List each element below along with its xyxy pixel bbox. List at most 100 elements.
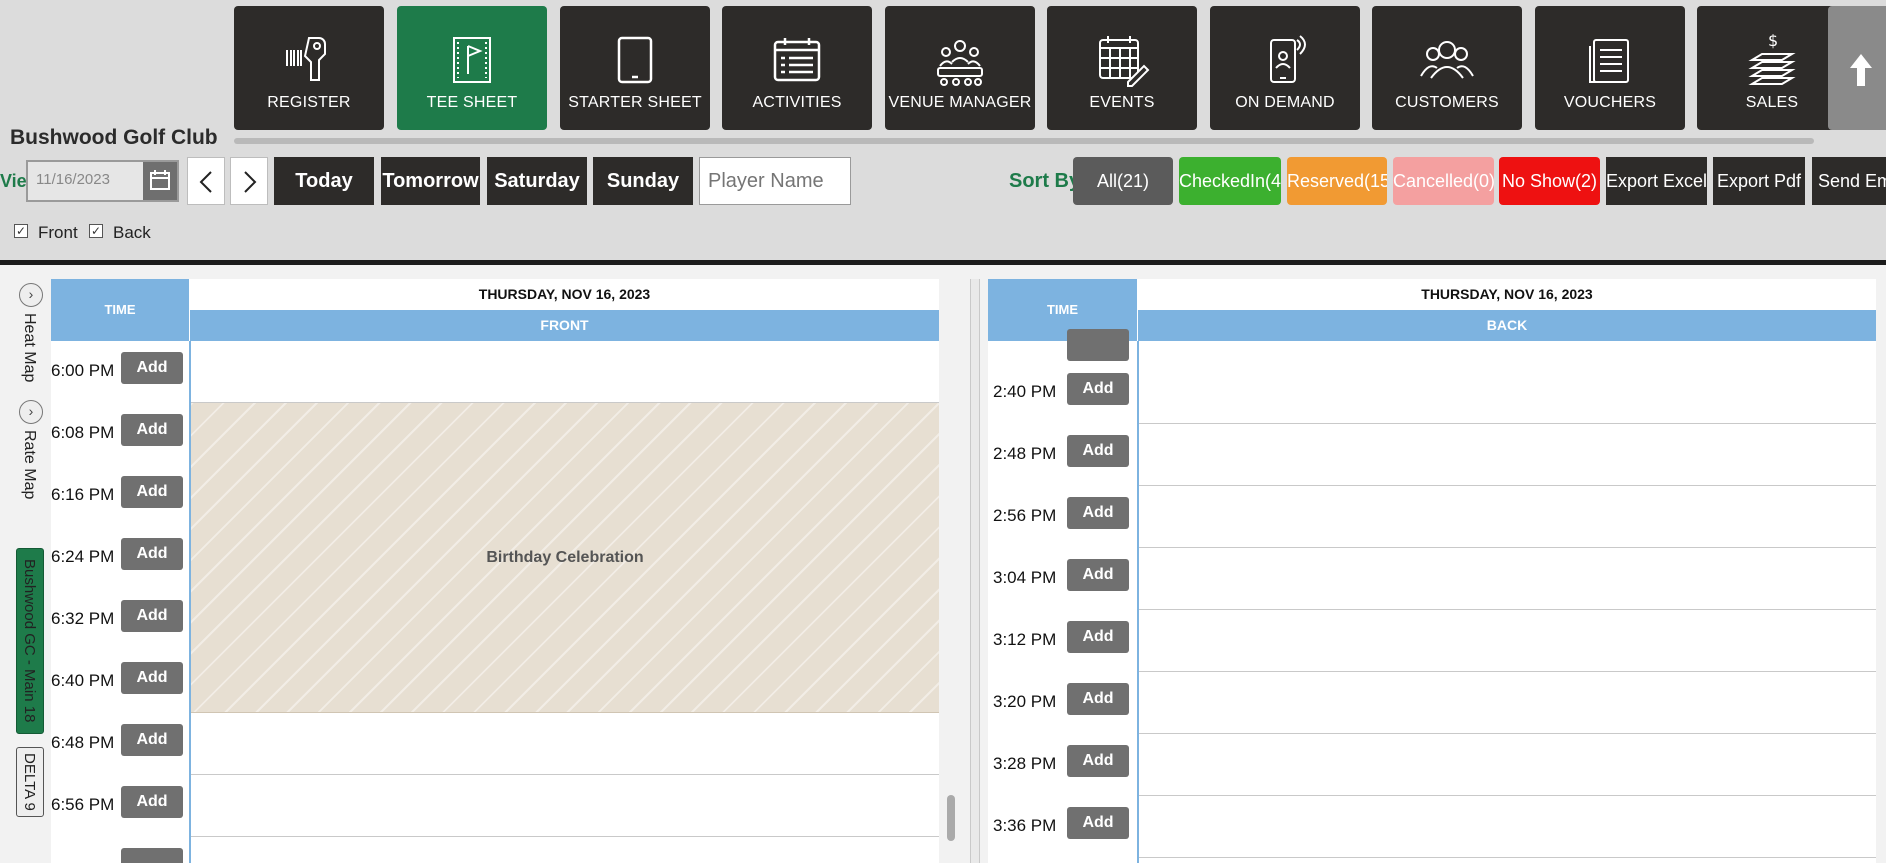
tee-slot[interactable] xyxy=(1139,796,1876,858)
tomorrow-button[interactable]: Tomorrow xyxy=(381,157,480,205)
front-scrollbar-thumb[interactable] xyxy=(947,795,955,841)
sort-cancelled-button[interactable]: Cancelled(0) xyxy=(1393,157,1494,205)
back-row: 3:20 PM Add xyxy=(988,672,1876,734)
add-button[interactable]: Add xyxy=(121,476,183,508)
rate-map-tab[interactable]: Rate Map xyxy=(20,430,38,499)
nav-venue-manager[interactable]: VENUE MANAGER xyxy=(885,6,1035,130)
add-button[interactable]: Add xyxy=(121,538,183,570)
tee-time: 3:04 PM xyxy=(993,568,1057,587)
tee-slot[interactable] xyxy=(1139,424,1876,486)
sort-reserved-button[interactable]: Reserved(15 xyxy=(1287,157,1387,205)
front-checkbox[interactable]: ✓ xyxy=(14,224,28,238)
add-button[interactable]: Add xyxy=(1067,745,1129,777)
sort-no-show-button[interactable]: No Show(2) xyxy=(1499,157,1600,205)
front-row: 6:56 PM Add xyxy=(51,775,939,837)
chevron-right-icon: › xyxy=(28,403,34,419)
rate-map-toggle[interactable]: › xyxy=(19,400,43,424)
add-button[interactable]: Add xyxy=(121,600,183,632)
date-picker[interactable] xyxy=(26,160,179,202)
nav-starter-sheet[interactable]: STARTER SHEET xyxy=(560,6,710,130)
tee-time: 6:56 PM xyxy=(51,795,115,814)
nav-vouchers[interactable]: VOUCHERS xyxy=(1535,6,1685,130)
date-input[interactable] xyxy=(34,170,142,189)
course-tab-main-18[interactable]: Bushwood GC - Main 18 xyxy=(16,548,44,734)
front-date-header: THURSDAY, NOV 16, 2023 xyxy=(190,279,939,310)
chevron-right-icon: › xyxy=(28,286,34,302)
calendar-button[interactable] xyxy=(143,162,177,200)
tee-slot[interactable] xyxy=(1139,672,1876,734)
heat-map-tab[interactable]: Heat Map xyxy=(20,313,38,382)
front-section-header: FRONT xyxy=(190,310,939,341)
tee-slot[interactable] xyxy=(1139,362,1876,424)
add-button[interactable]: Add xyxy=(121,662,183,694)
course-tab-delta-9[interactable]: DELTA 9 xyxy=(16,747,44,817)
calendar-edit-icon xyxy=(1099,36,1150,87)
send-email-button[interactable]: Send Em xyxy=(1812,157,1886,205)
nav-register[interactable]: REGISTER xyxy=(234,6,384,130)
add-button[interactable]: Add xyxy=(121,414,183,446)
add-button[interactable]: Add xyxy=(121,724,183,756)
nav-scrollbar[interactable] xyxy=(234,138,1814,144)
tee-slot[interactable] xyxy=(191,775,939,837)
back-row xyxy=(988,329,1876,363)
event-block[interactable]: Birthday Celebration xyxy=(191,403,939,713)
add-button[interactable]: Add xyxy=(1067,621,1129,653)
nav-customers[interactable]: CUSTOMERS xyxy=(1372,6,1522,130)
front-scrollbar-track[interactable] xyxy=(940,279,962,863)
heat-map-toggle[interactable]: › xyxy=(19,283,43,307)
player-name-input[interactable] xyxy=(699,157,851,205)
add-button[interactable]: Add xyxy=(1067,435,1129,467)
add-button[interactable]: Add xyxy=(121,352,183,384)
add-button[interactable]: Add xyxy=(1067,559,1129,591)
saturday-button[interactable]: Saturday xyxy=(487,157,587,205)
tee-slot[interactable] xyxy=(191,713,939,775)
back-checkbox-label: Back xyxy=(113,223,151,242)
nav-events[interactable]: EVENTS xyxy=(1047,6,1197,130)
tee-time: 6:24 PM xyxy=(51,547,115,566)
sunday-button[interactable]: Sunday xyxy=(593,157,693,205)
tee-slot[interactable] xyxy=(191,341,939,403)
tee-time: 6:32 PM xyxy=(51,609,115,628)
back-date-header: THURSDAY, NOV 16, 2023 xyxy=(1138,279,1876,310)
add-button[interactable]: Add xyxy=(1067,373,1129,405)
tee-slot[interactable] xyxy=(1139,734,1876,796)
front-panel: TIME THURSDAY, NOV 16, 2023 FRONT 6:00 P… xyxy=(51,279,939,863)
add-button[interactable] xyxy=(1067,329,1129,361)
front-row: 6:00 PM Add xyxy=(51,341,939,403)
add-button[interactable]: Add xyxy=(1067,497,1129,529)
nav-sales[interactable]: $ SALES xyxy=(1697,6,1847,130)
club-name: Bushwood Golf Club xyxy=(10,126,218,149)
tee-slot[interactable] xyxy=(1139,610,1876,672)
back-checkbox[interactable]: ✓ xyxy=(89,224,103,238)
scroll-up-button[interactable] xyxy=(1828,6,1886,130)
tee-slot[interactable] xyxy=(1139,486,1876,548)
back-row: 2:56 PM Add xyxy=(988,486,1876,548)
chevron-left-icon xyxy=(199,171,212,193)
prev-day-button[interactable] xyxy=(187,157,225,205)
export-pdf-button[interactable]: Export Pdf xyxy=(1713,157,1805,205)
tee-time: 2:56 PM xyxy=(993,506,1057,525)
next-day-button[interactable] xyxy=(230,157,268,205)
nav-on-demand-label: ON DEMAND xyxy=(1235,94,1335,111)
tee-slot[interactable] xyxy=(1139,548,1876,610)
tee-slot[interactable] xyxy=(1139,341,1876,363)
cash-icon: $ xyxy=(1748,32,1796,85)
panel-splitter[interactable] xyxy=(970,279,980,863)
back-row: 3:12 PM Add xyxy=(988,610,1876,672)
add-button[interactable] xyxy=(121,848,183,863)
tee-time: 3:36 PM xyxy=(993,816,1057,835)
add-button[interactable]: Add xyxy=(121,786,183,818)
tee-time: 2:40 PM xyxy=(993,382,1057,401)
export-excel-button[interactable]: Export Excel xyxy=(1606,157,1707,205)
back-scrollbar-track[interactable] xyxy=(1876,279,1886,863)
today-button[interactable]: Today xyxy=(274,157,374,205)
nav-on-demand[interactable]: ON DEMAND xyxy=(1210,6,1360,130)
sort-all-button[interactable]: All(21) xyxy=(1073,157,1173,205)
add-button[interactable]: Add xyxy=(1067,807,1129,839)
nav-activities[interactable]: ACTIVITIES xyxy=(722,6,872,130)
sort-checkedin-button[interactable]: CheckedIn(4 xyxy=(1179,157,1281,205)
svg-text:$: $ xyxy=(1768,32,1778,50)
add-button[interactable]: Add xyxy=(1067,683,1129,715)
nav-tee-sheet[interactable]: TEE SHEET xyxy=(397,6,547,130)
barcode-scanner-icon xyxy=(286,37,326,81)
